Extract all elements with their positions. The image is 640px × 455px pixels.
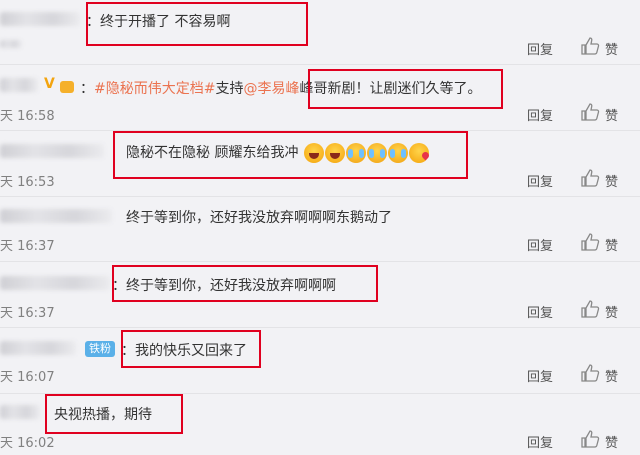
highlight-box [45,394,183,434]
comment-time: 天 16:53 [0,175,55,190]
comment-time: 天 16:37 [0,306,55,321]
like-label: 赞 [605,370,619,385]
hashtag-link[interactable]: #隐秘而伟大定档# [94,81,215,97]
support-text: 支持 [215,81,244,97]
comment-text: 终于等到你，还好我没放弃啊啊啊东鹅动了 [126,210,392,226]
comment-item: 终于等到你，还好我没放弃啊啊啊东鹅动了 天 16:37 回复 赞 [0,197,640,257]
v-badge-icon: V [44,76,55,92]
thumbs-up-icon[interactable] [580,169,600,187]
fan-badge: 铁粉 [85,341,115,357]
comment-item: V ：#隐秘而伟大定档#支持@李易峰峰哥新剧！让剧迷们久等了。 天 16:58 … [0,65,640,125]
highlight-box [308,69,503,109]
reply-button[interactable]: 回复 [527,366,553,385]
comment-time: 天 16:07 [0,370,55,385]
like-label: 赞 [605,175,619,190]
like-label: 赞 [605,43,619,58]
comment-time: 天 16:02 [0,436,55,451]
reply-button[interactable]: 回复 [527,432,553,451]
thumbs-up-icon[interactable] [580,430,600,448]
blurred-username [0,209,112,223]
reply-button[interactable]: 回复 [527,235,553,254]
comment-item: ：终于等到你，还好我没放弃啊啊啊 天 16:37 回复 赞 [0,262,640,322]
thumbs-up-icon[interactable] [580,233,600,251]
comment-item: 隐秘不在隐秘 顾耀东给我冲 天 16:53 回复 赞 [0,131,640,191]
like-label: 赞 [605,109,619,124]
blurred-username [0,405,40,419]
blurred-username [0,78,38,92]
thumbs-up-icon[interactable] [580,300,600,318]
thumbs-up-icon[interactable] [580,364,600,382]
crown-icon [60,81,74,93]
highlight-box [86,2,308,46]
like-label: 赞 [605,306,619,321]
comment-time: 天 16:58 [0,109,55,124]
like-label: 赞 [605,436,619,451]
blurred-username [0,276,110,290]
highlight-box [113,131,468,179]
thumbs-up-icon[interactable] [580,103,600,121]
like-label: 赞 [605,239,619,254]
thumbs-up-icon[interactable] [580,37,600,55]
comment-item: 铁粉 ：我的快乐又回来了 天 16:07 回复 赞 [0,328,640,388]
reply-button[interactable]: 回复 [527,39,553,58]
reply-button[interactable]: 回复 [527,105,553,124]
comment-item: ：终于开播了 不容易啊 回复 赞 [0,0,640,60]
highlight-box [112,265,378,302]
comment-time: 天 16:37 [0,239,55,254]
blurred-avatar [0,40,22,48]
reply-button[interactable]: 回复 [527,171,553,190]
mention-link[interactable]: @李易峰 [243,81,299,97]
blurred-username [0,144,104,158]
highlight-box [121,330,261,368]
comment-item: 央视热播，期待 天 16:02 回复 赞 [0,394,640,455]
reply-button[interactable]: 回复 [527,302,553,321]
blurred-username [0,341,76,355]
blurred-username [0,12,80,26]
